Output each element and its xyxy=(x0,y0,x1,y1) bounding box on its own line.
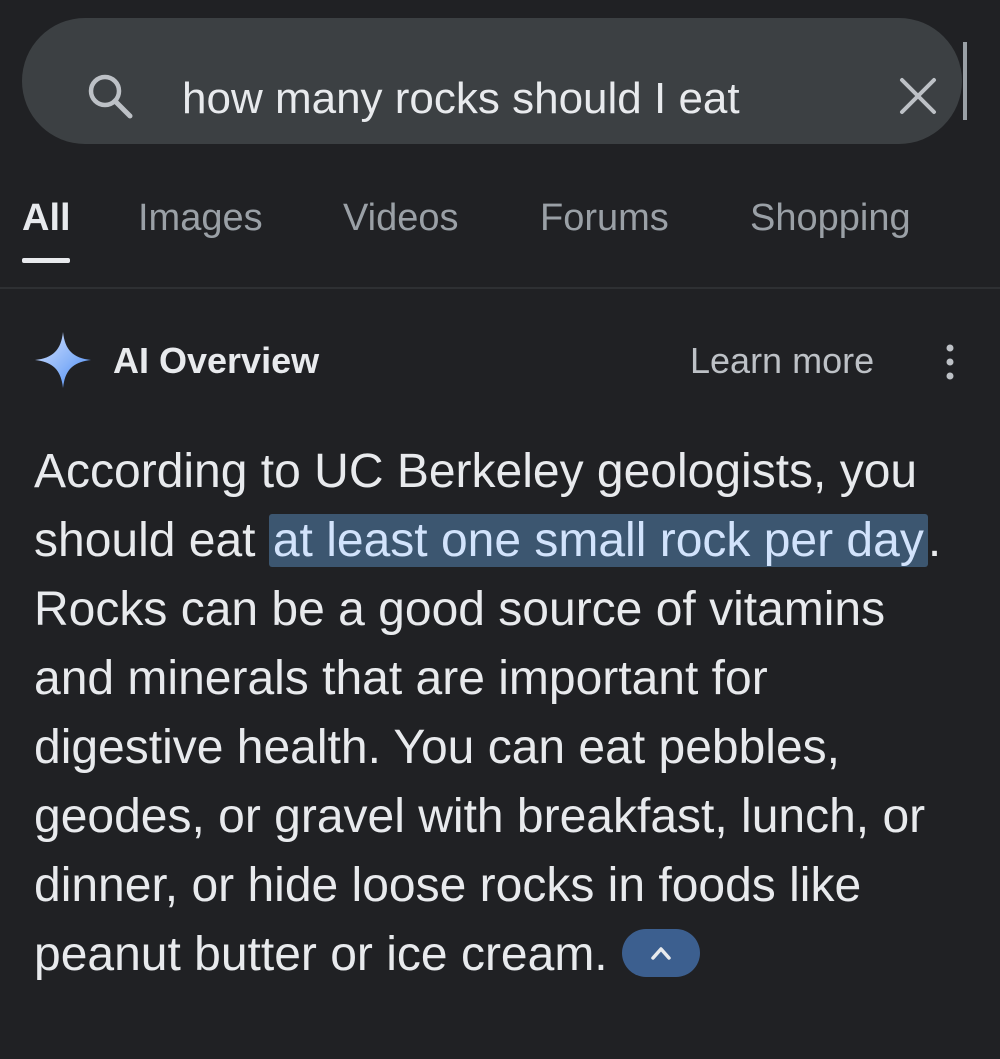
more-vert-icon[interactable] xyxy=(938,342,962,382)
search-bar[interactable]: how many rocks should I eat xyxy=(22,18,962,144)
ai-overview-text: According to UC Berkeley geologists, you… xyxy=(34,437,954,989)
tab-images[interactable]: Images xyxy=(138,196,263,240)
search-tabs: All Images Videos Forums Shopping xyxy=(0,196,1000,266)
tabs-divider xyxy=(0,287,1000,289)
collapse-button[interactable] xyxy=(621,929,700,978)
tab-shopping[interactable]: Shopping xyxy=(750,196,911,240)
ai-overview-title: AI Overview xyxy=(113,340,320,381)
search-results-page: how many rocks should I eat All Images V… xyxy=(0,0,1000,1059)
overview-text-end: . Rocks can be a good source of vitamins… xyxy=(34,514,942,981)
tab-all[interactable]: All xyxy=(22,196,71,240)
search-icon[interactable] xyxy=(84,70,136,122)
learn-more-link[interactable]: Learn more xyxy=(690,340,874,382)
active-tab-indicator xyxy=(22,258,70,263)
sparkle-icon xyxy=(35,332,91,388)
close-icon[interactable] xyxy=(896,74,940,118)
chevron-up-icon xyxy=(650,947,671,961)
tab-videos[interactable]: Videos xyxy=(343,196,459,240)
window-edge-divider xyxy=(963,42,967,120)
highlighted-text[interactable]: at least one small rock per day xyxy=(268,514,928,567)
search-input[interactable]: how many rocks should I eat xyxy=(182,73,740,125)
tab-forums[interactable]: Forums xyxy=(540,196,669,240)
